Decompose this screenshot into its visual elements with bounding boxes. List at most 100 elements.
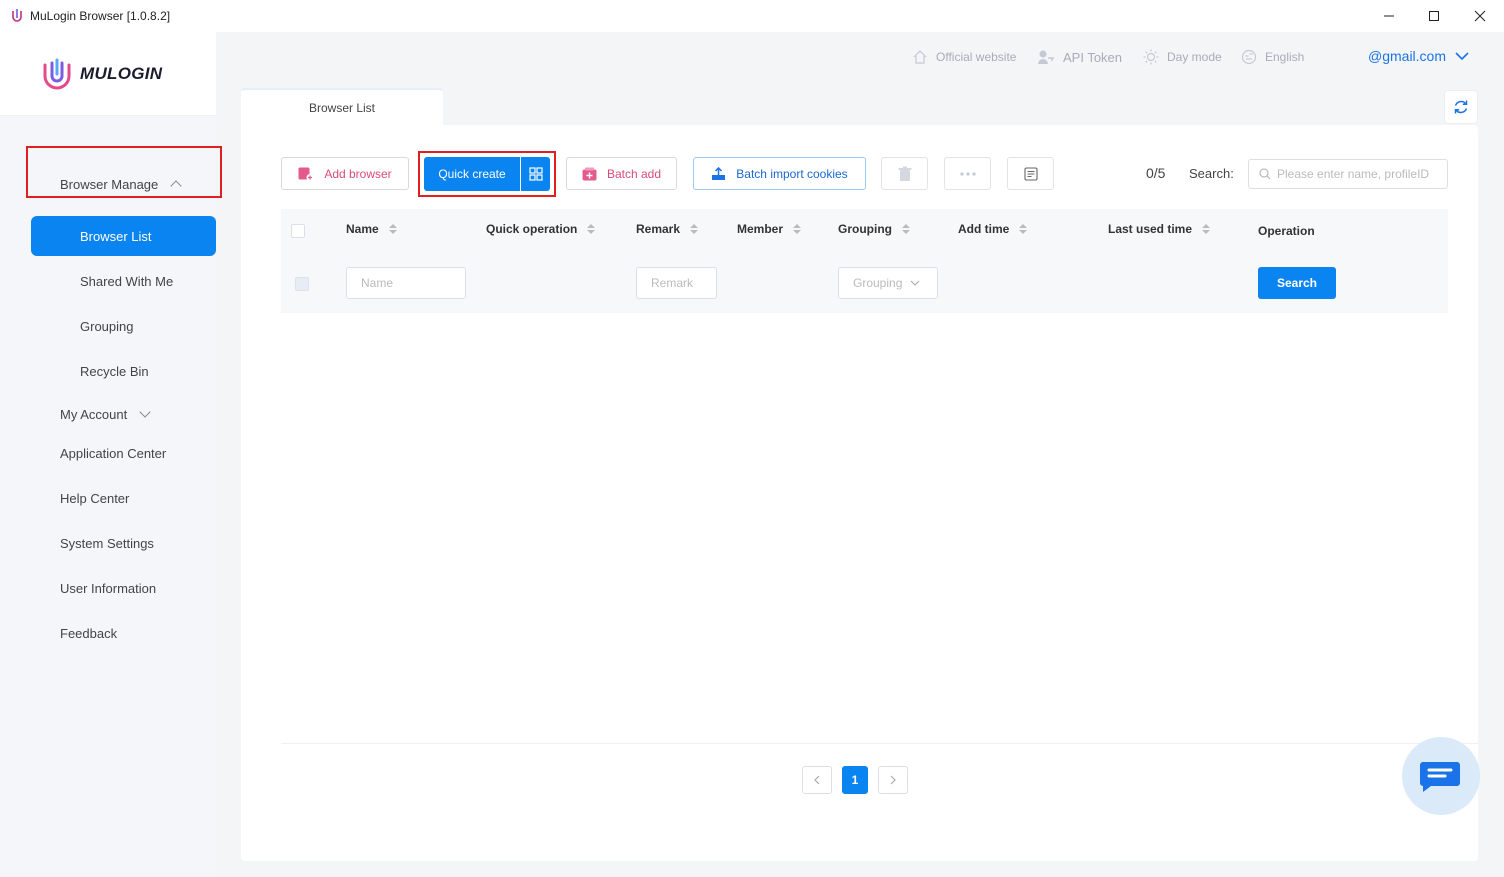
app-logo-icon [12,9,22,22]
official-website-link[interactable]: Official website [912,48,1016,66]
language-selector[interactable]: English [1241,48,1304,66]
quick-create-button[interactable]: Quick create [424,157,520,191]
sidebar-item-label: Browser List [80,228,152,244]
add-browser-icon [298,167,314,181]
support-chat-button[interactable] [1402,737,1480,815]
next-page-button[interactable] [878,766,908,794]
grouping-filter-select[interactable]: Grouping [838,267,938,299]
sort-icon[interactable] [793,224,802,234]
home-icon [913,50,927,64]
close-button[interactable] [1457,4,1503,28]
filter-search-label: Search [1276,276,1318,290]
search-input[interactable]: Please enter name, profileID [1248,159,1448,189]
column-header-label: Remark [636,222,681,236]
sort-icon[interactable] [388,224,397,234]
more-actions-button[interactable] [944,157,991,190]
sidebar-item-browser-list[interactable]: Browser List [31,216,216,256]
sidebar-item-label: User Information [60,580,157,596]
sort-icon[interactable] [1202,224,1211,234]
batch-add-button[interactable]: Batch add [566,157,677,190]
column-settings-button[interactable] [1007,157,1054,190]
remark-filter-placeholder: Remark [651,276,694,290]
column-header-label: Grouping [838,222,892,236]
table-header: Name Quick operation Remark Member Group… [281,209,1448,251]
refresh-icon [1454,100,1468,114]
quick-create-template-button[interactable] [521,157,550,191]
filter-row-checkbox [295,277,309,291]
chevron-down-icon [139,406,151,418]
column-header-member[interactable]: Member [737,222,802,236]
delete-button[interactable] [881,157,928,190]
maximize-icon [1429,11,1439,21]
day-mode-toggle[interactable]: Day mode [1143,48,1222,66]
column-header-label: Operation [1258,224,1315,238]
brand-logo: MULOGIN [40,54,162,94]
sidebar-item-help-center[interactable]: Help Center [0,478,216,518]
column-header-label: Last used time [1108,222,1193,236]
close-icon [1474,10,1486,22]
sidebar-item-application-center[interactable]: Application Center [0,433,216,473]
title-bar: MuLogin Browser [1.0.8.2] [0,0,1504,32]
minimize-icon [1384,15,1394,17]
sort-icon[interactable] [587,224,596,234]
column-header-remark[interactable]: Remark [636,222,699,236]
column-header-name[interactable]: Name [346,222,397,236]
select-all-checkbox[interactable] [291,224,305,238]
add-browser-button[interactable]: Add browser [281,157,409,190]
window-title: MuLogin Browser [1.0.8.2] [30,9,171,23]
refresh-button[interactable] [1444,90,1478,124]
tab-label: Browser List [308,101,376,115]
column-header-label: Member [737,222,784,236]
name-filter-input[interactable]: Name [346,267,466,299]
column-header-quick-operation[interactable]: Quick operation [486,222,596,236]
sidebar-item-system-settings[interactable]: System Settings [0,523,216,563]
sidebar-item-shared-with-me[interactable]: Shared With Me [0,261,216,301]
filter-row: Name Remark Grouping Search [281,251,1448,313]
sidebar-item-label: Feedback [60,625,118,641]
batch-add-icon [582,167,597,180]
search-placeholder: Please enter name, profileID [1277,167,1430,181]
profile-count: 0/5 [1146,165,1166,181]
column-header-label: Add time [958,222,1010,236]
chevron-right-icon [890,775,896,785]
batch-import-cookies-button[interactable]: Batch import cookies [693,157,866,190]
api-token-link[interactable]: API Token [1037,48,1122,66]
account-email: @gmail.com [1368,48,1447,64]
sidebar-item-my-account[interactable]: My Account [0,394,216,434]
sidebar-item-label: Grouping [80,318,134,334]
remark-filter-input[interactable]: Remark [636,267,717,299]
column-header-add-time[interactable]: Add time [958,222,1028,236]
sidebar-item-feedback[interactable]: Feedback [0,613,216,653]
prev-page-button[interactable] [802,766,832,794]
sidebar-item-label: System Settings [60,535,154,551]
column-header-last-used-time[interactable]: Last used time [1108,222,1211,236]
batch-add-label: Batch add [606,166,662,181]
mulogin-logo-icon [43,58,71,90]
globe-icon [1241,49,1257,65]
column-header-operation: Operation [1258,224,1315,238]
chevron-down-icon [1455,52,1469,61]
sidebar-item-recycle-bin[interactable]: Recycle Bin [0,351,216,391]
column-header-label: Name [346,222,379,236]
batch-import-cookies-label: Batch import cookies [736,166,848,181]
sort-icon[interactable] [690,224,699,234]
highlight-box-browser-list [26,146,222,198]
sort-icon[interactable] [1019,224,1028,234]
minimize-button[interactable] [1366,4,1412,28]
trash-icon [898,166,911,181]
column-header-grouping[interactable]: Grouping [838,222,910,236]
sidebar-item-grouping[interactable]: Grouping [0,306,216,346]
filter-search-button[interactable]: Search [1258,267,1336,299]
sidebar-item-user-information[interactable]: User Information [0,568,216,608]
tab-strip: Browser List [240,88,1478,126]
sidebar-item-label: Help Center [60,490,130,506]
sort-icon[interactable] [902,224,910,234]
sun-icon [1143,49,1159,65]
account-menu[interactable]: @gmail.com [1368,48,1470,64]
official-website-label: Official website [936,50,1017,64]
quick-create-label: Quick create [438,167,506,181]
page-button-current[interactable]: 1 [842,766,868,794]
name-filter-placeholder: Name [361,276,394,290]
tab-browser-list[interactable]: Browser List [241,88,443,126]
maximize-button[interactable] [1411,4,1457,28]
